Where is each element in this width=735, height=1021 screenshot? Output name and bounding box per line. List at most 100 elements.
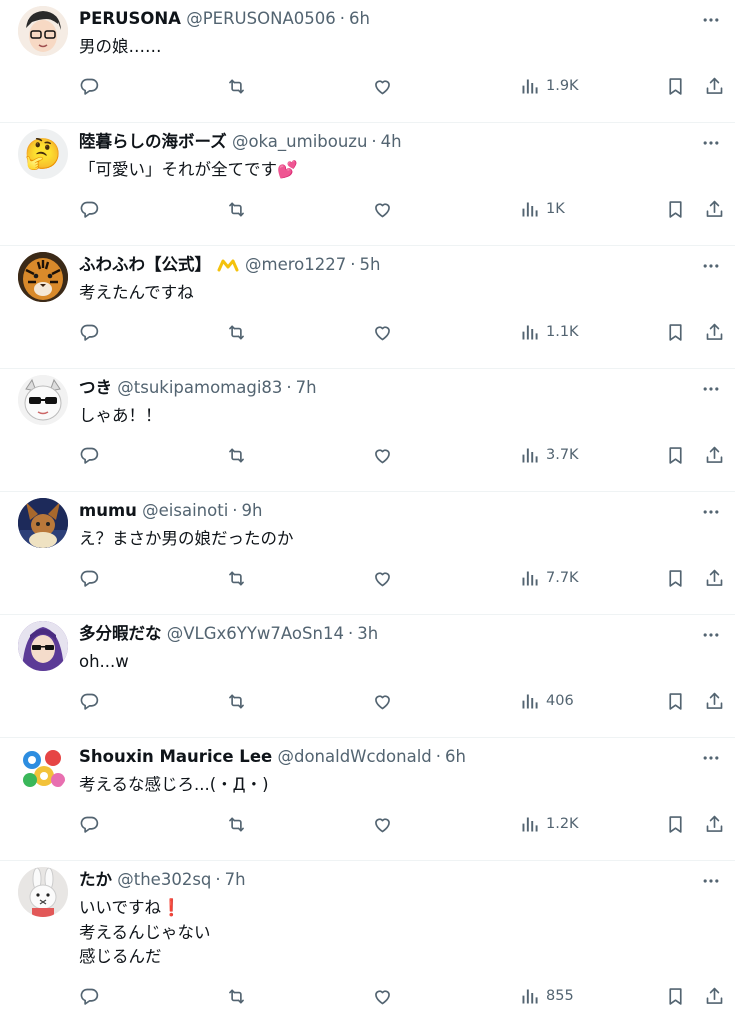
display-name[interactable]: 陸暮らしの海ボーズ (79, 132, 227, 151)
reply-button[interactable] (79, 809, 100, 839)
tweet[interactable]: Shouxin Maurice Lee @donaldWcdonald · 6h 考え… (0, 738, 735, 861)
tweet[interactable]: ふわふわ【公式】 @mero1227 · 5h 考えたんですね 1.1K (0, 246, 735, 369)
like-button[interactable] (372, 981, 393, 1011)
like-button[interactable] (372, 440, 393, 470)
share-button[interactable] (704, 317, 725, 347)
more-options-button[interactable] (697, 867, 725, 895)
views-button[interactable]: 406 (519, 686, 574, 716)
tweet-actions: 1.2K (0, 809, 735, 839)
more-options-button[interactable] (697, 252, 725, 280)
share-button[interactable] (704, 809, 725, 839)
tweet[interactable]: PERUSONA @PERUSONA0506 · 6h 男の娘…… 1.9K (0, 0, 735, 123)
views-button[interactable]: 7.7K (519, 563, 579, 593)
share-button[interactable] (704, 194, 725, 224)
more-options-button[interactable] (697, 621, 725, 649)
bookmark-button[interactable] (665, 981, 686, 1011)
bookmark-button[interactable] (665, 440, 686, 470)
bookmark-button[interactable] (665, 194, 686, 224)
avatar[interactable] (18, 621, 68, 671)
tweet-text: oh...w (79, 652, 129, 671)
user-handle[interactable]: @the302sq (117, 870, 211, 889)
views-button[interactable]: 3.7K (519, 440, 579, 470)
timestamp[interactable]: 4h (381, 132, 402, 151)
avatar[interactable] (18, 375, 68, 425)
reply-button[interactable] (79, 317, 100, 347)
like-button[interactable] (372, 809, 393, 839)
timestamp[interactable]: 3h (357, 624, 378, 643)
display-name[interactable]: ふわふわ【公式】 (79, 255, 211, 274)
display-name[interactable]: つき (79, 378, 112, 397)
view-count: 1.9K (546, 78, 579, 94)
like-button[interactable] (372, 194, 393, 224)
more-options-button[interactable] (697, 6, 725, 34)
avatar[interactable] (18, 744, 68, 794)
timestamp[interactable]: 6h (445, 747, 466, 766)
tweet[interactable]: 多分暇だな @VLGx6YYw7AoSn14 · 3h oh...w 406 (0, 615, 735, 738)
retweet-button[interactable] (226, 317, 247, 347)
user-handle[interactable]: @oka_umibouzu (232, 132, 367, 151)
avatar[interactable]: 🤔 (18, 129, 68, 179)
share-button[interactable] (704, 71, 725, 101)
tweet-text: 考えたんですね (79, 283, 194, 302)
views-button[interactable]: 1.2K (519, 809, 579, 839)
share-button[interactable] (704, 563, 725, 593)
views-button[interactable]: 855 (519, 981, 574, 1011)
user-handle[interactable]: @mero1227 (245, 255, 346, 274)
share-button[interactable] (704, 440, 725, 470)
reply-button[interactable] (79, 194, 100, 224)
share-button[interactable] (704, 686, 725, 716)
timestamp[interactable]: 9h (242, 501, 263, 520)
retweet-button[interactable] (226, 440, 247, 470)
user-handle[interactable]: @eisainoti (142, 501, 228, 520)
timestamp[interactable]: 6h (349, 9, 370, 28)
like-button[interactable] (372, 71, 393, 101)
retweet-button[interactable] (226, 71, 247, 101)
user-handle[interactable]: @tsukipamomagi83 (117, 378, 282, 397)
user-handle[interactable]: @VLGx6YYw7AoSn14 (167, 624, 344, 643)
retweet-button[interactable] (226, 563, 247, 593)
bookmark-button[interactable] (665, 809, 686, 839)
tweet[interactable]: 🤔 陸暮らしの海ボーズ @oka_umibouzu · 4h 「可愛い」それが全てです💕… (0, 123, 735, 246)
avatar[interactable] (18, 6, 68, 56)
user-handle[interactable]: @donaldWcdonald (277, 747, 431, 766)
more-options-button[interactable] (697, 498, 725, 526)
display-name[interactable]: 多分暇だな (79, 624, 162, 643)
reply-button[interactable] (79, 981, 100, 1011)
more-options-button[interactable] (697, 744, 725, 772)
like-button[interactable] (372, 686, 393, 716)
reply-button[interactable] (79, 71, 100, 101)
more-options-button[interactable] (697, 129, 725, 157)
avatar[interactable] (18, 498, 68, 548)
reply-button[interactable] (79, 563, 100, 593)
like-button[interactable] (372, 317, 393, 347)
user-handle[interactable]: @PERUSONA0506 (186, 9, 336, 28)
bookmark-button[interactable] (665, 317, 686, 347)
display-name[interactable]: たか (79, 870, 112, 889)
bookmark-button[interactable] (665, 71, 686, 101)
retweet-button[interactable] (226, 809, 247, 839)
retweet-button[interactable] (226, 194, 247, 224)
tweet[interactable]: たか @the302sq · 7h いいですね❗ 考えるんじゃない 感じるんだ 855 (0, 861, 735, 1021)
timestamp[interactable]: 5h (359, 255, 380, 274)
retweet-button[interactable] (226, 981, 247, 1011)
views-button[interactable]: 1.9K (519, 71, 579, 101)
reply-button[interactable] (79, 440, 100, 470)
retweet-button[interactable] (226, 686, 247, 716)
display-name[interactable]: PERUSONA (79, 9, 181, 28)
timestamp[interactable]: 7h (225, 870, 246, 889)
display-name[interactable]: Shouxin Maurice Lee (79, 747, 272, 766)
like-button[interactable] (372, 563, 393, 593)
reply-button[interactable] (79, 686, 100, 716)
avatar[interactable] (18, 867, 68, 917)
share-button[interactable] (704, 981, 725, 1011)
tweet[interactable]: つき @tsukipamomagi83 · 7h しゃあ！！ 3.7K (0, 369, 735, 492)
views-button[interactable]: 1K (519, 194, 565, 224)
views-button[interactable]: 1.1K (519, 317, 579, 347)
tweet[interactable]: mumu @eisainoti · 9h え？まさか男の娘だったのか 7.7K (0, 492, 735, 615)
bookmark-button[interactable] (665, 563, 686, 593)
display-name[interactable]: mumu (79, 501, 137, 520)
avatar[interactable] (18, 252, 68, 302)
bookmark-button[interactable] (665, 686, 686, 716)
more-options-button[interactable] (697, 375, 725, 403)
timestamp[interactable]: 7h (296, 378, 317, 397)
